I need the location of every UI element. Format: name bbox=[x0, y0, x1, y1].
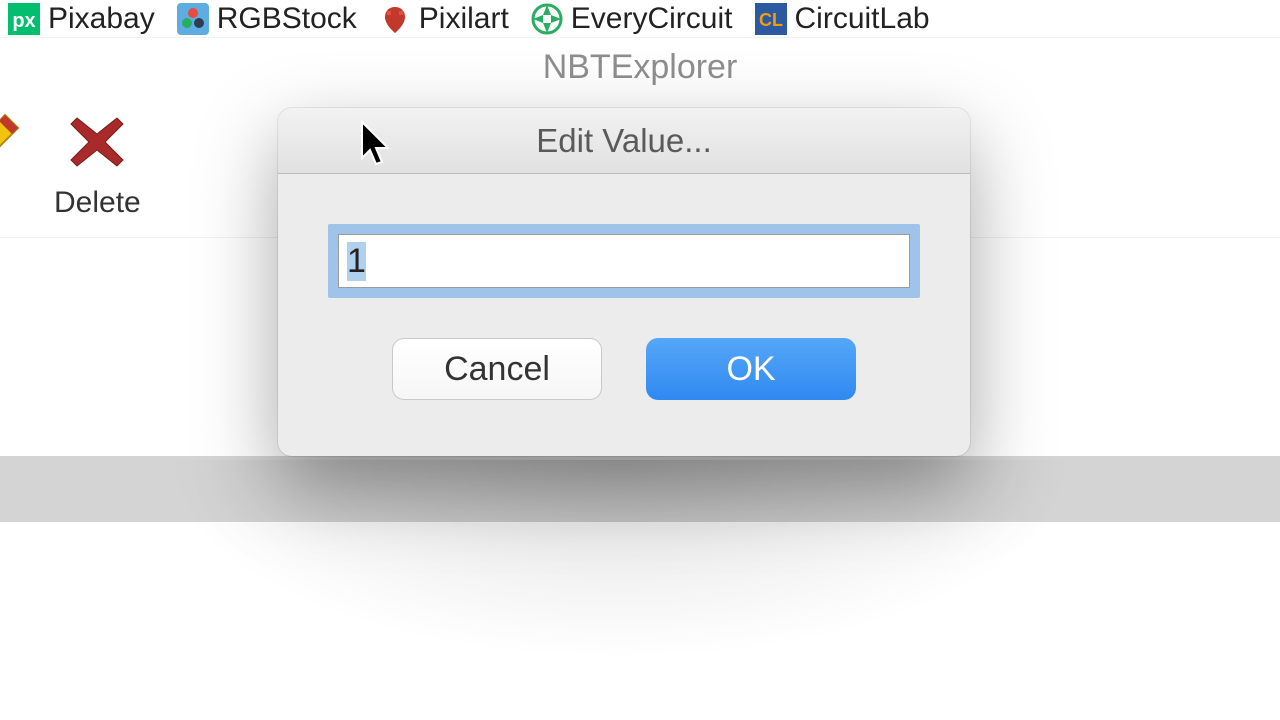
bookmark-pixilart[interactable]: Pixilart bbox=[379, 2, 509, 36]
input-focus-ring bbox=[328, 224, 920, 298]
dialog-title-text: Edit Value... bbox=[536, 122, 712, 160]
value-input[interactable] bbox=[338, 234, 910, 288]
everycircuit-icon bbox=[531, 3, 563, 35]
bookmark-label: Pixabay bbox=[48, 2, 155, 36]
bookmark-label: Pixilart bbox=[419, 2, 509, 36]
ok-button[interactable]: OK bbox=[646, 338, 856, 400]
dialog-button-row: Cancel OK bbox=[328, 338, 920, 400]
rgbstock-icon bbox=[177, 3, 209, 35]
delete-x-icon bbox=[65, 110, 129, 174]
bookmark-rgbstock[interactable]: RGBStock bbox=[177, 2, 357, 36]
circuitlab-icon: CL bbox=[755, 3, 787, 35]
pencil-icon bbox=[0, 110, 24, 174]
window-title: NBTExplorer bbox=[0, 38, 1280, 96]
bookmarks-bar: px Pixabay RGBStock Pixilart bbox=[0, 0, 1280, 38]
svg-text:px: px bbox=[12, 10, 35, 32]
cancel-button[interactable]: Cancel bbox=[392, 338, 602, 400]
toolbar-delete-label: Delete bbox=[54, 186, 141, 220]
bookmark-pixabay[interactable]: px Pixabay bbox=[8, 2, 155, 36]
pixilart-icon bbox=[379, 3, 411, 35]
bookmark-label: EveryCircuit bbox=[571, 2, 733, 36]
bookmark-everycircuit[interactable]: EveryCircuit bbox=[531, 2, 733, 36]
delete-button[interactable]: Delete bbox=[54, 110, 141, 220]
edit-button[interactable]: it bbox=[0, 110, 24, 220]
dialog-titlebar[interactable]: Edit Value... bbox=[278, 108, 970, 174]
window-title-text: NBTExplorer bbox=[543, 48, 738, 87]
dialog-body: Cancel OK bbox=[278, 174, 970, 456]
bookmark-label: CircuitLab bbox=[795, 2, 930, 36]
svg-text:CL: CL bbox=[759, 10, 783, 30]
bookmark-label: RGBStock bbox=[217, 2, 357, 36]
content-divider bbox=[0, 456, 1280, 522]
pixabay-icon: px bbox=[8, 3, 40, 35]
bookmark-circuitlab[interactable]: CL CircuitLab bbox=[755, 2, 930, 36]
edit-value-dialog: Edit Value... Cancel OK bbox=[278, 108, 970, 456]
